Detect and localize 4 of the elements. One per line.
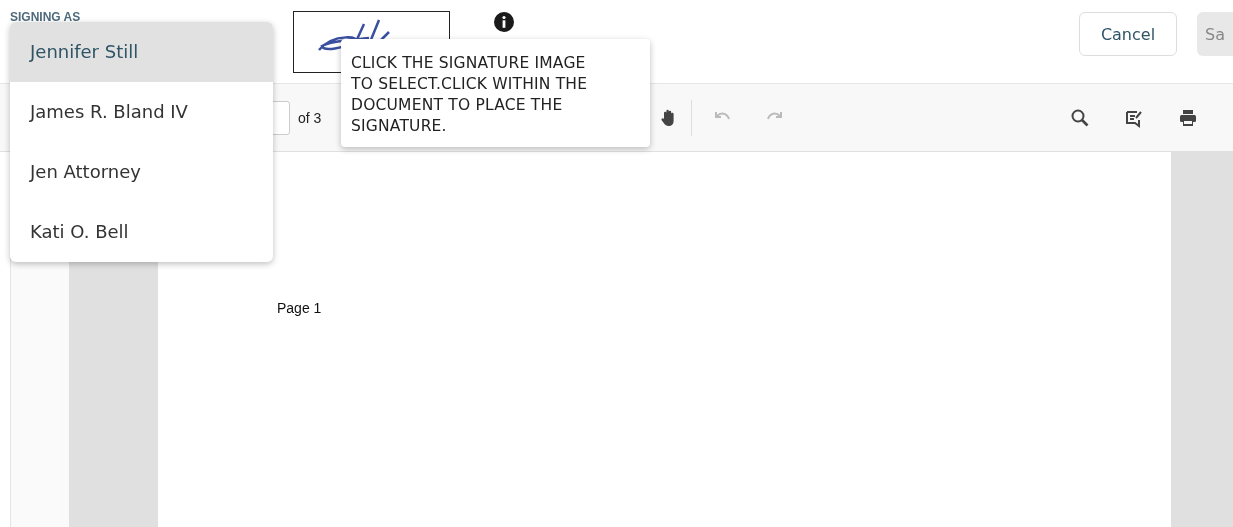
page-text: Page 1 [277,300,322,316]
tooltip-text: CLICK THE SIGNATURE IMAGE TO SELECT.CLICK WITHIN THE DOCUMENT TO PLACE THE SIGNATURE. [351,54,588,135]
page-count: of 3 [298,109,322,126]
signing-as-label: SIGNING AS [10,10,81,24]
